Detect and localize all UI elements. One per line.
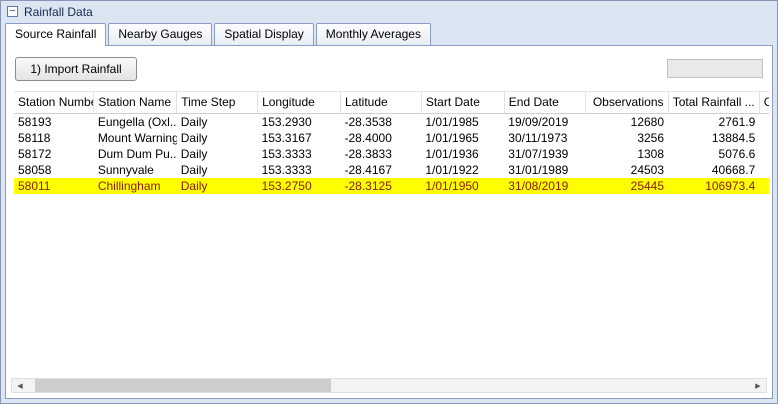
cell: 153.2750 (258, 178, 341, 194)
cell: -28.3538 (341, 114, 422, 131)
cell: 58118 (14, 130, 94, 146)
cell: 153.3333 (258, 146, 341, 162)
column-header[interactable]: Latitude (341, 92, 422, 114)
column-header[interactable]: Longitude (258, 92, 341, 114)
table-row[interactable]: 58058SunnyvaleDaily153.3333-28.41671/01/… (14, 162, 769, 178)
cell: 12680 (585, 114, 668, 131)
cell (759, 130, 769, 146)
column-header[interactable]: Start Date (421, 92, 504, 114)
tab-spatial-display[interactable]: Spatial Display (214, 23, 313, 45)
rainfall-data-panel: − Rainfall Data Source RainfallNearby Ga… (0, 0, 778, 404)
cell: Mount Warning (94, 130, 177, 146)
cell: Sunnyvale (94, 162, 177, 178)
cell: 24503 (585, 162, 668, 178)
table-row[interactable]: 58172Dum Dum Pu...Daily153.3333-28.38331… (14, 146, 769, 162)
tab-source-rainfall[interactable]: Source Rainfall (5, 23, 106, 46)
horizontal-scrollbar: ◀ ▶ (11, 378, 767, 393)
table-row[interactable]: 58118Mount WarningDaily153.3167-28.40001… (14, 130, 769, 146)
cell: 1/01/1985 (421, 114, 504, 131)
cell (759, 162, 769, 178)
cell: 58172 (14, 146, 94, 162)
cell: 31/08/2019 (504, 178, 585, 194)
panel-title: Rainfall Data (24, 5, 93, 19)
collapse-icon[interactable]: − (7, 6, 18, 17)
cell: -28.4167 (341, 162, 422, 178)
progress-placeholder-box (667, 59, 763, 78)
cell: Daily (177, 178, 258, 194)
cell (759, 114, 769, 131)
cell: Eungella (Oxl... (94, 114, 177, 131)
column-header[interactable]: Total Rainfall ... (668, 92, 759, 114)
cell: 58193 (14, 114, 94, 131)
cell: 58011 (14, 178, 94, 194)
tab-nearby-gauges[interactable]: Nearby Gauges (108, 23, 212, 45)
cell: Daily (177, 114, 258, 131)
column-header[interactable]: Observations (585, 92, 668, 114)
cell: 40668.7 (668, 162, 759, 178)
tab-strip: Source RainfallNearby GaugesSpatial Disp… (1, 22, 777, 45)
cell: 1/01/1922 (421, 162, 504, 178)
table-row[interactable]: 58011ChillinghamDaily153.2750-28.31251/0… (14, 178, 769, 194)
cell: 30/11/1973 (504, 130, 585, 146)
cell: 3256 (585, 130, 668, 146)
source-rainfall-tab-page: 1) Import Rainfall Station NumberStation… (5, 45, 773, 399)
cell: Daily (177, 162, 258, 178)
cell: 2761.9 (668, 114, 759, 131)
cell (759, 146, 769, 162)
cell: 25445 (585, 178, 668, 194)
cell: 1/01/1950 (421, 178, 504, 194)
cell: 31/07/1939 (504, 146, 585, 162)
table-row[interactable]: 58193Eungella (Oxl...Daily153.2930-28.35… (14, 114, 769, 131)
column-header[interactable]: Station Number (14, 92, 94, 114)
cell: 1308 (585, 146, 668, 162)
tab-monthly-averages[interactable]: Monthly Averages (316, 23, 431, 45)
cell: 153.3167 (258, 130, 341, 146)
scroll-left-button[interactable]: ◀ (12, 379, 28, 392)
column-header[interactable]: Time Step (177, 92, 258, 114)
cell: -28.3125 (341, 178, 422, 194)
column-header[interactable]: Station Name (94, 92, 177, 114)
cell: 153.2930 (258, 114, 341, 131)
panel-titlebar: − Rainfall Data (1, 1, 777, 22)
cell: -28.3833 (341, 146, 422, 162)
cell: 58058 (14, 162, 94, 178)
column-header[interactable]: End Date (504, 92, 585, 114)
grid-body: 58193Eungella (Oxl...Daily153.2930-28.35… (14, 114, 769, 195)
scrollbar-track[interactable] (28, 379, 750, 392)
cell (759, 178, 769, 194)
cell: 1/01/1936 (421, 146, 504, 162)
import-rainfall-button[interactable]: 1) Import Rainfall (15, 57, 137, 81)
cell: 106973.4 (668, 178, 759, 194)
stations-table: Station NumberStation NameTime StepLongi… (14, 92, 769, 194)
scrollbar-thumb[interactable] (35, 379, 331, 392)
cell: Chillingham (94, 178, 177, 194)
cell: 153.3333 (258, 162, 341, 178)
grid-header-row: Station NumberStation NameTime StepLongi… (14, 92, 769, 114)
cell: 5076.6 (668, 146, 759, 162)
cell: 13884.5 (668, 130, 759, 146)
cell: 1/01/1965 (421, 130, 504, 146)
cell: Daily (177, 130, 258, 146)
cell: -28.4000 (341, 130, 422, 146)
stations-grid: Station NumberStation NameTime StepLongi… (14, 91, 769, 373)
cell: Daily (177, 146, 258, 162)
column-header[interactable]: Covere (759, 92, 769, 114)
cell: 31/01/1989 (504, 162, 585, 178)
cell: 19/09/2019 (504, 114, 585, 131)
cell: Dum Dum Pu... (94, 146, 177, 162)
scroll-right-button[interactable]: ▶ (750, 379, 766, 392)
